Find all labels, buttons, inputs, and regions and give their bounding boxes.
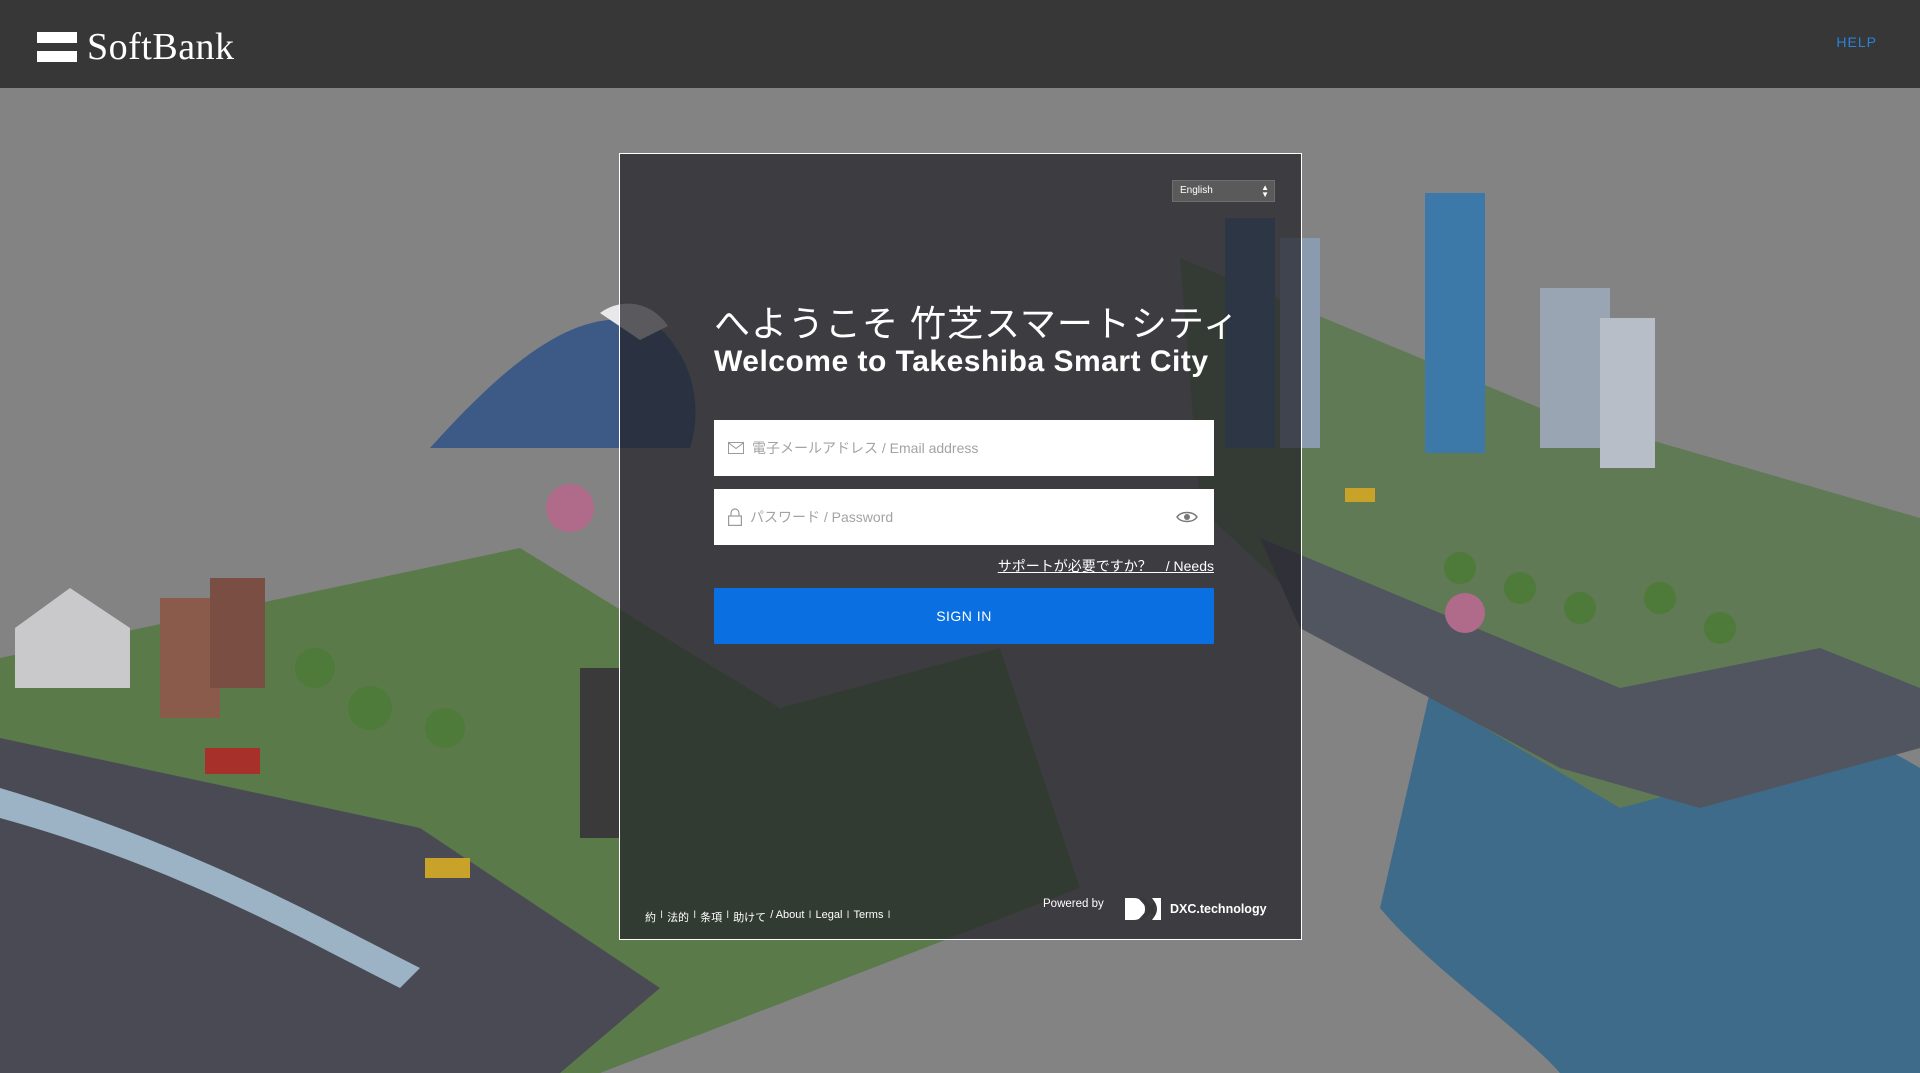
mail-icon — [728, 442, 744, 454]
top-header: SoftBank HELP — [0, 0, 1920, 88]
footer-link-legal[interactable]: Legal — [816, 909, 843, 925]
footer-links: 約 I 法的 I 条項 I 助けて / About I Legal I Term… — [645, 909, 895, 925]
powered-by-label: Powered by — [1043, 898, 1104, 910]
separator: I — [808, 909, 812, 921]
login-panel: English ▲ ▼ へようこそ 竹芝スマートシティ Welcome to Ta… — [619, 153, 1302, 940]
welcome-title-en: Welcome to Takeshiba Smart City — [714, 345, 1209, 378]
select-arrows-icon: ▲ ▼ — [1261, 183, 1269, 199]
language-select[interactable]: English ▲ ▼ — [1172, 180, 1275, 202]
separator: I — [726, 909, 730, 921]
footer-link-yaku[interactable]: 約 — [645, 909, 656, 925]
help-link[interactable]: HELP — [1836, 34, 1877, 50]
sign-in-button[interactable]: SIGN IN — [714, 588, 1214, 644]
separator: I — [693, 909, 697, 921]
footer-link-help-jp[interactable]: 助けて — [733, 909, 766, 925]
support-link[interactable]: サポートが必要ですか？ / Needs — [998, 556, 1214, 576]
email-field[interactable] — [714, 420, 1214, 476]
logo-bars-icon — [37, 32, 77, 62]
dxc-logo: DXC.technology — [1124, 897, 1267, 921]
dxc-mark-icon — [1125, 898, 1161, 920]
password-field[interactable] — [714, 489, 1214, 545]
language-select-value: English — [1180, 185, 1213, 196]
separator: I — [846, 909, 850, 921]
email-input[interactable] — [752, 440, 1142, 456]
footer-link-about[interactable]: / About — [770, 909, 804, 925]
softbank-logo[interactable]: SoftBank — [37, 27, 235, 67]
footer-link-terms-jp[interactable]: 条項 — [700, 909, 722, 925]
footer-link-terms[interactable]: Terms — [854, 909, 884, 925]
separator: I — [887, 909, 891, 921]
logo-text: SoftBank — [87, 26, 235, 68]
password-input[interactable] — [750, 509, 1140, 525]
lock-icon — [728, 508, 742, 526]
dxc-brand-text: DXC.technology — [1170, 902, 1267, 916]
welcome-title-jp: へようこそ 竹芝スマートシティ — [714, 303, 1240, 344]
footer-link-legal-jp[interactable]: 法的 — [667, 909, 689, 925]
separator: I — [660, 909, 664, 921]
show-password-eye-icon[interactable] — [1176, 507, 1198, 527]
